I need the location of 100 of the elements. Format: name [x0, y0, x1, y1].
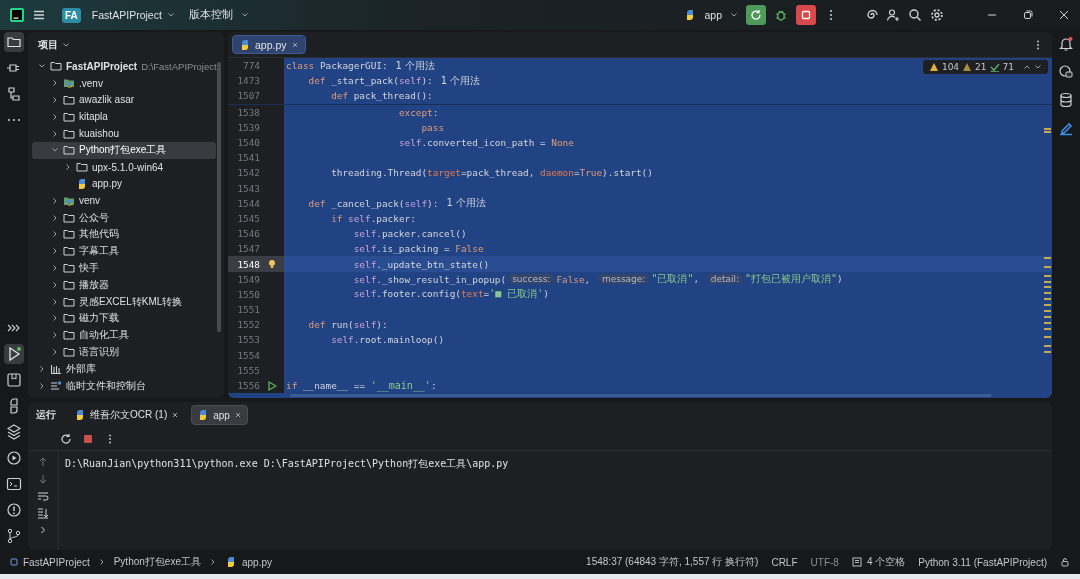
tree-item[interactable]: 播放器: [79, 277, 109, 292]
lock-icon[interactable]: [1060, 557, 1070, 567]
stop-icon[interactable]: [82, 433, 94, 445]
scrollbar[interactable]: [290, 394, 992, 397]
line-number: 1548: [236, 258, 260, 270]
caret-position[interactable]: 1548:37 (64843 字符, 1,557 行 换行符): [586, 555, 759, 569]
chevron-down-icon[interactable]: [730, 11, 738, 19]
layers-icon[interactable]: [4, 422, 24, 442]
run-icon[interactable]: [4, 344, 24, 364]
spiral-icon[interactable]: [864, 8, 878, 22]
rerun-button[interactable]: [746, 5, 766, 25]
tree-item[interactable]: kitapla: [79, 111, 108, 123]
chevron-down-icon[interactable]: [166, 11, 175, 19]
chevron-right-icon[interactable]: [64, 163, 72, 172]
project-switcher[interactable]: FastAPIProject: [91, 9, 162, 21]
scroll-to-end-icon[interactable]: [37, 507, 49, 519]
folder-icon: [63, 228, 75, 241]
packages-icon[interactable]: [4, 370, 24, 390]
tree-item[interactable]: 自动化工具: [79, 328, 129, 343]
usage-hint[interactable]: 1 个用法: [395, 58, 436, 73]
python-file-icon: [76, 177, 88, 190]
tree-item[interactable]: 字幕工具: [79, 244, 119, 259]
line-number: 1551: [236, 304, 260, 316]
settings-icon[interactable]: [930, 8, 944, 22]
chevron-right-icon[interactable]: [51, 79, 59, 88]
tree-item[interactable]: kuaishou: [79, 128, 120, 140]
tree-item[interactable]: awazlik asar: [79, 94, 135, 106]
chevron-right-icon[interactable]: [51, 96, 59, 104]
folder-icon: [63, 261, 75, 274]
line-number: 1552: [236, 319, 260, 331]
interpreter-selector[interactable]: Python 3.11 (FastAPIProject): [918, 556, 1047, 568]
chevron-down-icon[interactable]: [62, 41, 70, 49]
code-text: threading.Thread(target=pack_thread, daemon=True).start(): [331, 167, 653, 179]
chevron-right-icon[interactable]: [51, 196, 59, 205]
tree-item[interactable]: 磁力下载: [79, 311, 119, 326]
close-icon[interactable]: [171, 411, 180, 419]
chevron-right-icon[interactable]: [51, 247, 59, 256]
tree-item[interactable]: 其他代码: [79, 227, 119, 242]
app-logo-icon[interactable]: [10, 8, 24, 22]
usage-hint[interactable]: 1 个用法: [440, 73, 481, 88]
tree-item[interactable]: 公众号: [79, 210, 109, 225]
menu-icon[interactable]: [32, 8, 46, 22]
chevron-down-icon[interactable]: [1034, 63, 1042, 71]
tree-item[interactable]: 快手: [79, 260, 99, 275]
tree-item[interactable]: 外部库: [66, 361, 96, 376]
usage-hint[interactable]: 1 个用法: [446, 196, 486, 211]
file-encoding[interactable]: UTF-8: [810, 556, 839, 568]
wrap-icon[interactable]: [37, 490, 49, 502]
chevron-right-icon[interactable]: [51, 280, 59, 289]
line-number: 1545: [236, 212, 260, 224]
stop-button[interactable]: [796, 5, 816, 25]
down-arrow-icon[interactable]: [37, 473, 49, 485]
breadcrumb[interactable]: app.py: [241, 556, 272, 568]
run-tab[interactable]: 维吾尔文OCR (1): [68, 405, 186, 425]
tree-item[interactable]: upx-5.1.0-win64: [92, 161, 164, 173]
problems-icon[interactable]: [4, 500, 24, 520]
debug-icon[interactable]: [774, 8, 788, 22]
restore-icon[interactable]: [1022, 9, 1034, 21]
vcs-menu[interactable]: 版本控制: [188, 8, 233, 22]
tree-item[interactable]: app.py: [92, 178, 123, 190]
chevron-right-icon[interactable]: [51, 112, 59, 121]
chevron-right-icon[interactable]: [51, 297, 59, 306]
chevron-right-icon[interactable]: [51, 230, 59, 239]
chevron-right-icon[interactable]: [51, 314, 59, 323]
run-tab[interactable]: app: [191, 405, 248, 425]
tree-item[interactable]: FastAPIProject: [66, 60, 138, 72]
tree-item[interactable]: 临时文件和控制台: [66, 378, 146, 393]
lightbulb-icon[interactable]: [267, 259, 277, 270]
indent-setting[interactable]: 4 个空格: [866, 555, 906, 569]
services-icon[interactable]: [4, 448, 24, 468]
breadcrumb[interactable]: Python打包exe工具: [113, 555, 201, 569]
run-config-selector[interactable]: app: [704, 9, 722, 21]
chevron-right-icon[interactable]: [51, 347, 59, 356]
up-arrow-icon[interactable]: [37, 456, 49, 468]
chevron-up-icon[interactable]: [1023, 63, 1031, 71]
close-icon[interactable]: [1058, 9, 1070, 21]
search-icon[interactable]: [908, 8, 922, 22]
chevron-down-icon[interactable]: [240, 11, 249, 19]
editor-tab[interactable]: app.py: [232, 35, 306, 54]
chevron-right-icon[interactable]: [51, 263, 59, 272]
tree-item[interactable]: 语言识别: [79, 344, 119, 359]
tree-item[interactable]: .venv: [79, 77, 103, 89]
breadcrumb[interactable]: FastAPIProject: [23, 556, 90, 568]
chevron-right-icon[interactable]: [51, 129, 59, 138]
chevron-right-icon[interactable]: [38, 364, 46, 373]
code-text: self.footer.config(text='■ 已取消'): [353, 287, 549, 302]
add-user-icon[interactable]: [886, 8, 900, 22]
chevron-right-icon[interactable]: [51, 213, 59, 222]
line-separator[interactable]: CRLF: [771, 556, 798, 568]
run-icon[interactable]: [267, 380, 277, 391]
folder-icon[interactable]: [4, 32, 24, 52]
chevron-right-icon[interactable]: [51, 331, 59, 340]
tree-item[interactable]: 灵感EXCEL转KML转换: [79, 294, 183, 309]
inspection-widget[interactable]: 104 21 71: [922, 60, 1048, 74]
rerun-icon[interactable]: [60, 433, 72, 445]
project-view-selector[interactable]: 项目: [38, 38, 58, 52]
tree-item[interactable]: venv: [79, 195, 101, 207]
code-text: def _start_pack(self):: [308, 75, 433, 87]
folder-icon: [63, 312, 75, 325]
chevron-right-icon[interactable]: [38, 381, 46, 390]
